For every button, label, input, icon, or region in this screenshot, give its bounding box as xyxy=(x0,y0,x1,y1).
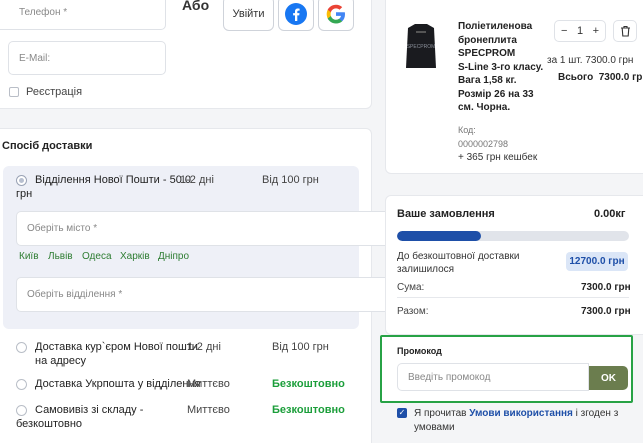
city-link-odesa[interactable]: Одеса xyxy=(82,251,112,262)
promo-apply-button[interactable]: OK xyxy=(589,366,628,390)
free-delivery-progress-fill xyxy=(397,231,481,241)
product-title-line: S-Line 3-го класу. xyxy=(458,61,544,73)
decrement-button[interactable]: − xyxy=(561,25,567,37)
google-login-button[interactable] xyxy=(318,0,354,31)
delivery-radio-ukrposhta[interactable] xyxy=(16,379,27,390)
delivery-radio-nova-poshta-branch[interactable] xyxy=(16,175,27,186)
delivery-option-name: Доставка кур`єром Нової пошти xyxy=(35,341,198,353)
google-icon xyxy=(326,4,345,23)
delivery-option-price: Від 100 грн xyxy=(272,341,329,353)
delivery-option-name-cont: грн xyxy=(16,188,33,200)
terms-link[interactable]: Умови використання xyxy=(469,408,573,419)
delivery-radio-courier[interactable] xyxy=(16,342,27,353)
order-divider xyxy=(397,297,629,298)
phone-input[interactable]: Телефон * xyxy=(0,0,166,30)
order-weight: 0.00кг xyxy=(594,208,626,220)
free-delivery-label: До безкоштовної доставки залишилося xyxy=(397,250,520,276)
cashback-label: + 365 грн кешбек xyxy=(458,152,538,163)
branch-select[interactable]: Оберіть відділення * xyxy=(16,277,392,312)
quantity-value: 1 xyxy=(576,25,584,37)
quantity-stepper[interactable]: − 1 + xyxy=(554,20,606,42)
free-delivery-remaining-badge: 12700.0 грн xyxy=(566,252,628,271)
sum-label: Сума: xyxy=(397,282,425,293)
free-delivery-label-line: До безкоштовної доставки xyxy=(397,251,520,262)
product-title-line: бронеплита xyxy=(458,34,517,46)
delivery-option-name-cont: на адресу xyxy=(35,355,87,367)
order-title: Ваше замовлення xyxy=(397,208,495,220)
or-label: Або xyxy=(182,0,210,13)
trash-icon xyxy=(620,25,630,37)
terms-line2: умовами xyxy=(414,422,455,433)
phone-placeholder: Телефон * xyxy=(19,6,68,18)
increment-button[interactable]: + xyxy=(593,25,599,37)
delivery-option-time: 1-2 дні xyxy=(180,174,214,186)
product-code-label: Код: xyxy=(458,125,476,135)
sum-value: 7300.0 грн xyxy=(581,282,631,293)
product-title-line: Розмір 26 на 33 xyxy=(458,88,534,100)
promo-title: Промокод xyxy=(397,346,442,356)
register-checkbox[interactable] xyxy=(9,87,19,97)
city-placeholder: Оберіть місто * xyxy=(27,223,98,234)
delivery-option-time: Миттєво xyxy=(187,378,230,390)
promo-input[interactable]: Введіть промокод xyxy=(397,363,589,391)
free-delivery-label-line: залишилося xyxy=(397,264,455,275)
delivery-option-price: Безкоштовно xyxy=(272,404,345,416)
product-title-line: см. Чорна. xyxy=(458,102,511,113)
delivery-option-price: Безкоштовно xyxy=(272,378,345,390)
product-title[interactable]: Поліетиленова бронеплита SPECPROM S-Line… xyxy=(458,20,543,115)
promo-placeholder: Введіть промокод xyxy=(408,371,491,383)
login-button[interactable]: Увійти xyxy=(223,0,274,31)
unit-price: за 1 шт. 7300.0 грн xyxy=(547,55,634,66)
register-label: Реєстрація xyxy=(26,86,83,98)
total-label: Разом: xyxy=(397,306,429,317)
city-link-dnipro[interactable]: Дніпро xyxy=(158,251,189,262)
product-code-value: 0000002798 xyxy=(458,139,509,149)
branch-placeholder: Оберіть відділення * xyxy=(27,289,123,300)
delivery-option-name: Відділення Нової Пошти - 50.0 xyxy=(35,174,191,186)
city-select[interactable]: Оберіть місто * xyxy=(16,211,392,246)
free-delivery-progress xyxy=(397,231,629,241)
product-image[interactable]: SPECPROM xyxy=(398,22,444,72)
delivery-radio-pickup[interactable] xyxy=(16,405,27,416)
total-value: 7300.0 грн xyxy=(581,306,631,317)
city-link-kharkiv[interactable]: Харків xyxy=(120,251,150,262)
terms-text: Я прочитав Умови використання і згоден з… xyxy=(414,407,618,435)
delivery-option-time: Миттєво xyxy=(187,404,230,416)
product-title-line: SPECPROM xyxy=(458,48,516,59)
delivery-option-name: Доставка Укрпошта у відділення xyxy=(35,378,201,390)
facebook-login-button[interactable] xyxy=(278,0,314,31)
product-total: Всього 7300.0 грн xyxy=(558,72,643,83)
product-title-line: Поліетиленова xyxy=(458,21,533,32)
city-link-kyiv[interactable]: Київ xyxy=(19,251,39,262)
product-title-line: Вага 1,58 кг. xyxy=(458,75,517,86)
remove-item-button[interactable] xyxy=(613,20,637,42)
delivery-option-price: Від 100 грн xyxy=(262,174,319,186)
terms-prefix: Я прочитав xyxy=(414,408,470,419)
delivery-option-name-cont: безкоштовно xyxy=(16,418,83,430)
delivery-title: Спосіб доставки xyxy=(2,140,93,152)
facebook-icon xyxy=(285,2,307,25)
email-placeholder: E-Mail: xyxy=(19,52,51,64)
delivery-option-time: 1-2 дні xyxy=(187,341,221,353)
email-input[interactable]: E-Mail: xyxy=(8,41,166,75)
delivery-option-name: Самовивіз зі складу - xyxy=(35,404,144,416)
product-plate-text: SPECPROM xyxy=(407,44,436,50)
city-link-lviv[interactable]: Львів xyxy=(48,251,73,262)
terms-checkbox[interactable]: ✓ xyxy=(397,408,407,418)
terms-suffix: і згоден з xyxy=(572,408,619,419)
